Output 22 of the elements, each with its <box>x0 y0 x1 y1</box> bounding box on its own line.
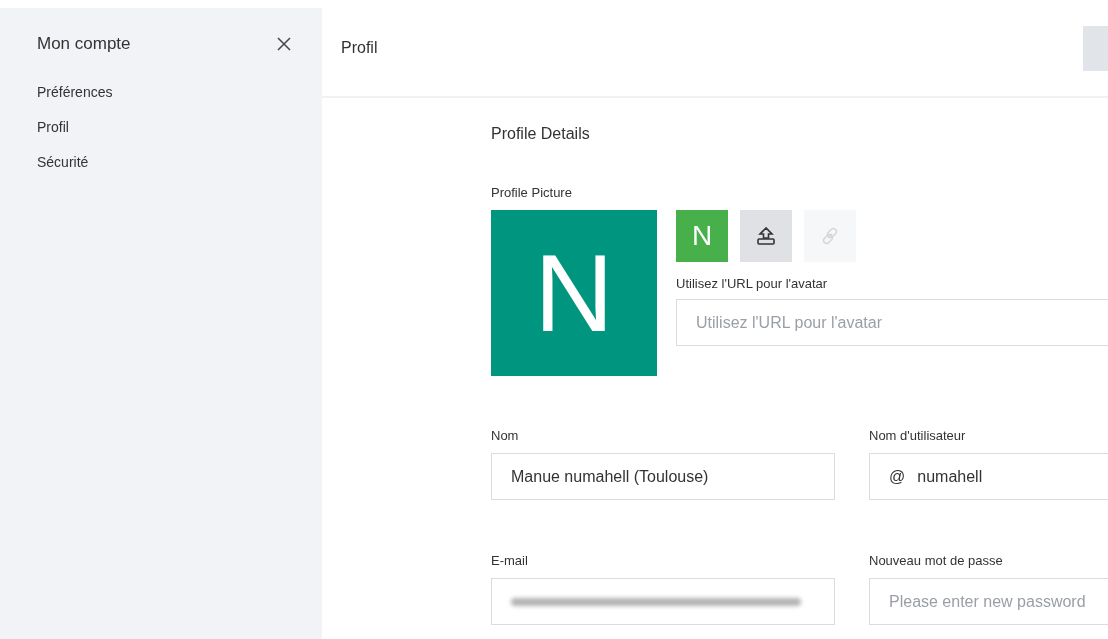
sidebar-title: Mon compte <box>37 34 131 54</box>
field-label: Utilisez l'URL pour l'avatar <box>676 276 828 291</box>
username-field[interactable]: @ numahell <box>869 453 1108 500</box>
email-field[interactable] <box>491 578 835 625</box>
upload-button[interactable] <box>740 210 792 262</box>
section-title: Profile Details <box>491 125 590 143</box>
avatar: N <box>491 210 657 376</box>
field-label: E-mail <box>491 553 528 568</box>
field-label: Nom d'utilisateur <box>869 428 966 443</box>
name-field[interactable]: Manue numahell (Toulouse) <box>491 453 835 500</box>
sidebar-item[interactable]: Sécurité <box>37 154 89 170</box>
close-button[interactable] <box>276 36 292 52</box>
field-label: Nom <box>491 428 519 443</box>
close-icon <box>276 36 292 52</box>
at-sign: @ <box>889 467 906 486</box>
page-title: Profil <box>341 39 378 57</box>
upload-icon <box>755 225 777 247</box>
sidebar-item[interactable]: Préférences <box>37 84 113 100</box>
field-label: Profile Picture <box>491 185 572 200</box>
field-label: Nouveau mot de passe <box>869 553 1003 568</box>
username-value: numahell <box>917 467 983 486</box>
sidebar-item[interactable]: Profil <box>37 119 69 135</box>
